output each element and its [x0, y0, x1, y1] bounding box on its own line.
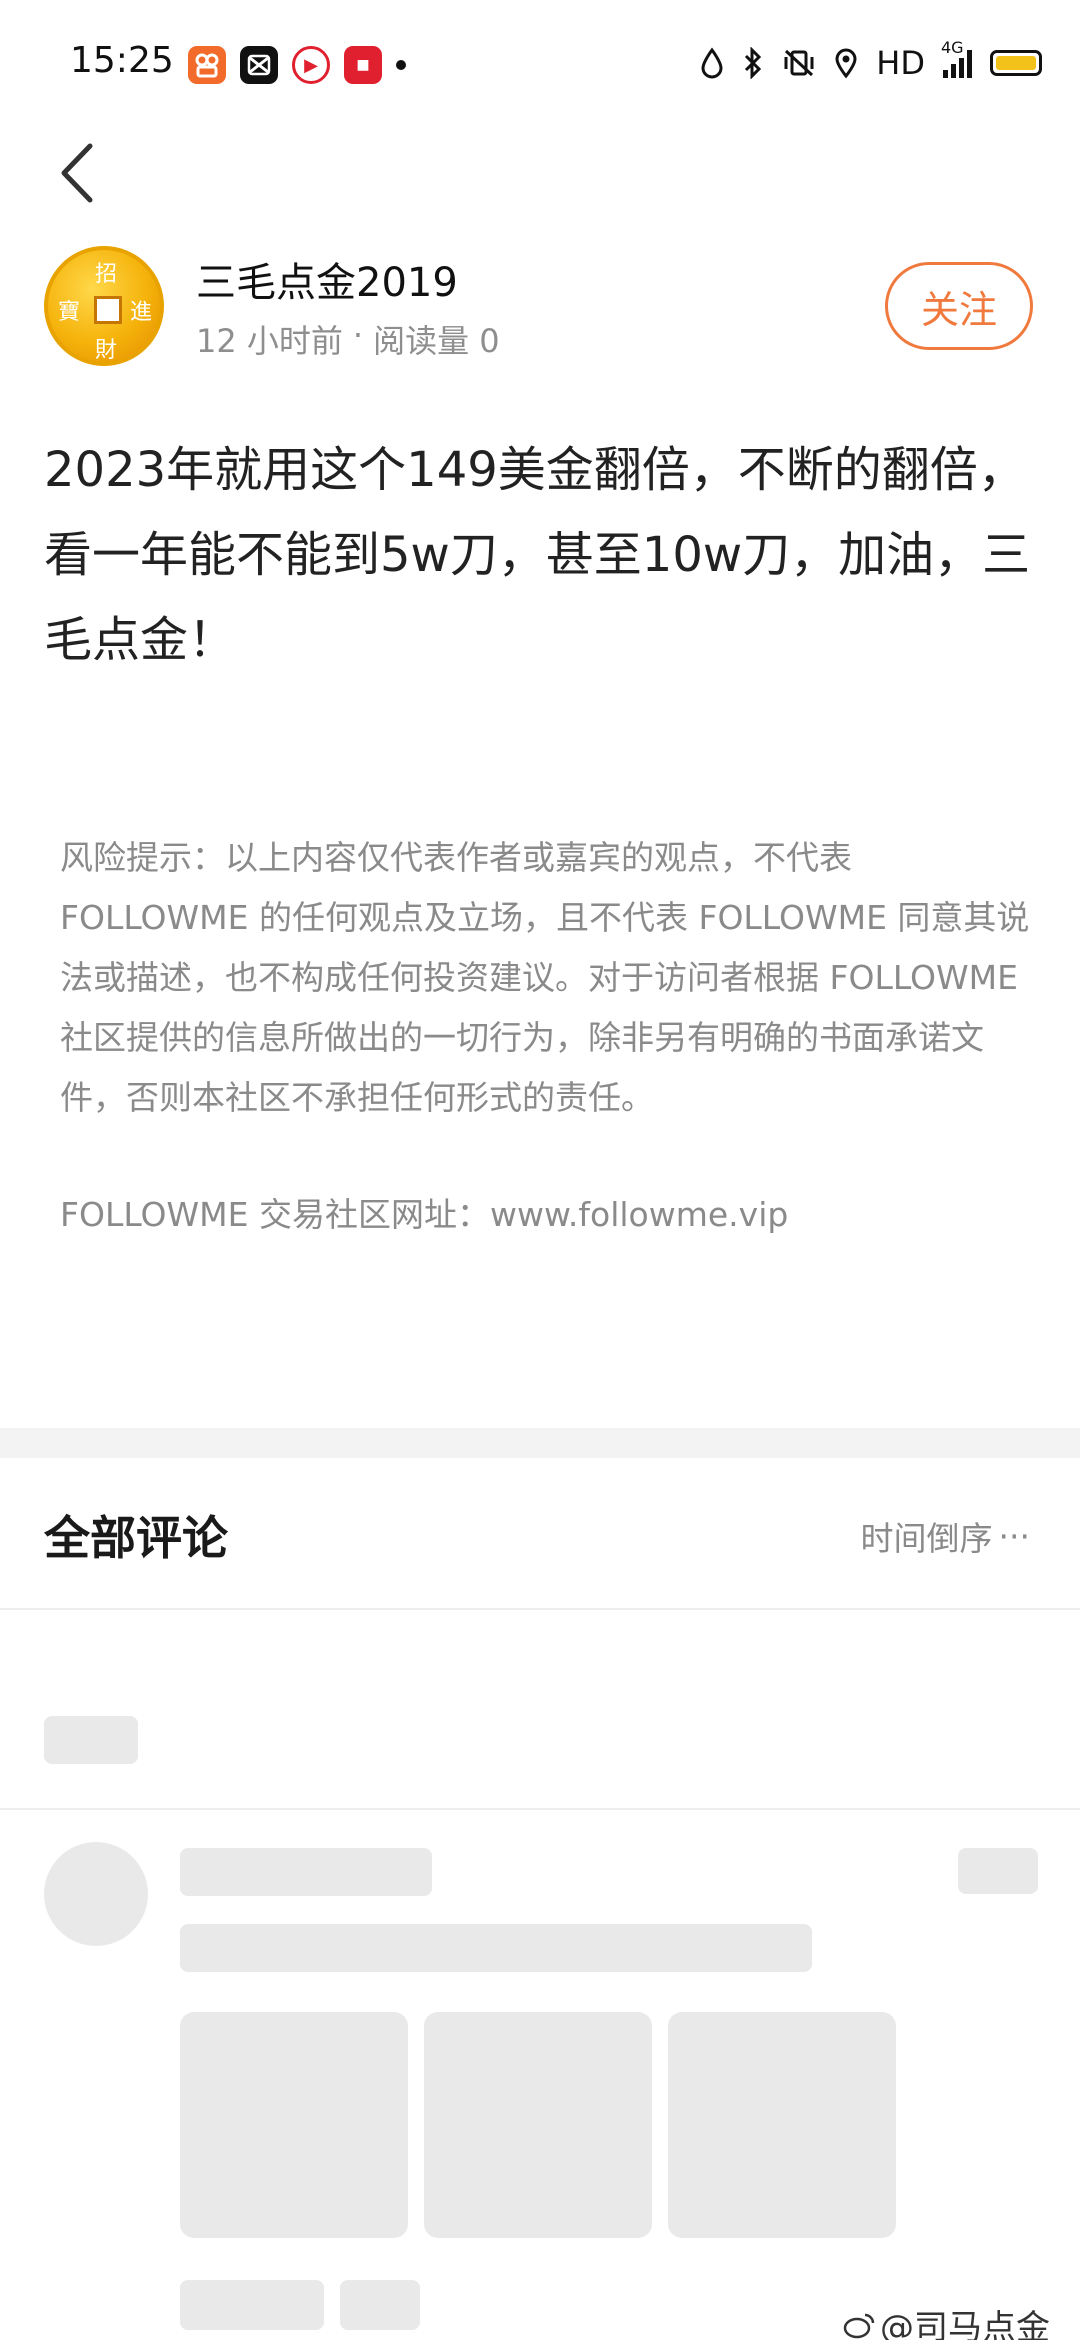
- skeleton-chip: [180, 2280, 324, 2330]
- skeleton-image: [424, 2012, 652, 2238]
- skeleton-image: [180, 2012, 408, 2238]
- avatar-char-top: 招: [95, 262, 118, 287]
- capcut-icon: [240, 46, 278, 84]
- section-divider: [0, 1428, 1080, 1458]
- status-time: 15:25: [70, 40, 174, 81]
- divider: [0, 1808, 1080, 1810]
- battery-icon: [990, 50, 1042, 76]
- system-indicators: HD 4G: [700, 38, 1042, 82]
- weibo-logo-icon: [843, 2313, 875, 2338]
- meta-separator: ·: [352, 316, 364, 354]
- back-arrow-icon: [61, 143, 93, 203]
- author-avatar[interactable]: 招 進 財 寶: [44, 246, 164, 366]
- kuaishou-icon: [188, 46, 226, 84]
- red-app-icon: ■: [344, 46, 382, 84]
- avatar-char-right: 進: [130, 300, 153, 325]
- location-icon: [835, 48, 857, 79]
- post-content: 2023年就用这个149美金翻倍，不断的翻倍，看一年能不能到5w刀，甚至10w刀…: [44, 442, 1031, 668]
- skeleton-avatar: [44, 1842, 148, 1946]
- risk-disclaimer: 风险提示：以上内容仅代表作者或嘉宾的观点，不代表 FOLLOWME 的任何观点及…: [60, 838, 1030, 1117]
- vibrate-mute-icon: [784, 49, 814, 77]
- read-count: 阅读量 0: [373, 322, 500, 360]
- skeleton-image: [668, 2012, 896, 2238]
- bluetooth-icon: [745, 47, 762, 79]
- more-icon: ···: [998, 1516, 1030, 1556]
- hd-label: HD: [876, 44, 925, 82]
- video-app-icon: ▶: [292, 46, 330, 84]
- skeleton-text-line: [180, 1924, 812, 1972]
- follow-button[interactable]: 关注: [885, 262, 1033, 350]
- notification-icons: ▶ ■: [188, 46, 406, 84]
- back-button[interactable]: [52, 138, 112, 208]
- skeleton-name: [180, 1848, 432, 1896]
- sort-label: 时间倒序: [860, 1519, 993, 1558]
- avatar-char-bottom: 財: [95, 338, 118, 363]
- watermark-text: @司马点金: [880, 2308, 1050, 2340]
- sort-dropdown[interactable]: 时间倒序 ···: [861, 1512, 1030, 1560]
- author-name[interactable]: 三毛点金2019: [196, 250, 458, 308]
- network-type: 4G: [941, 38, 964, 57]
- status-bar: 15:25 ▶ ■ HD 4G: [0, 0, 1080, 130]
- watermark: @司马点金: [842, 2300, 1050, 2340]
- community-site: FOLLOWME 交易社区网址：www.followme.vip: [60, 1195, 789, 1234]
- skeleton-tag: [44, 1716, 138, 1764]
- data-saver-icon: [701, 47, 723, 79]
- divider: [0, 1608, 1080, 1610]
- skeleton-chip: [340, 2280, 420, 2330]
- cell-signal: 4G: [941, 38, 972, 78]
- post-time: 12 小时前: [196, 322, 343, 360]
- skeleton-action: [958, 1848, 1038, 1894]
- more-notifications-dot: [396, 60, 406, 70]
- comments-title: 全部评论: [44, 1511, 228, 1565]
- post-meta: 12 小时前 · 阅读量 0: [196, 316, 500, 362]
- post-detail-page: 15:25 ▶ ■ HD 4G 招 進 財 寶 三毛点金2019 12 小时前 …: [0, 0, 1080, 2340]
- coin-hole: [94, 296, 122, 324]
- avatar-char-left: 寶: [58, 300, 81, 325]
